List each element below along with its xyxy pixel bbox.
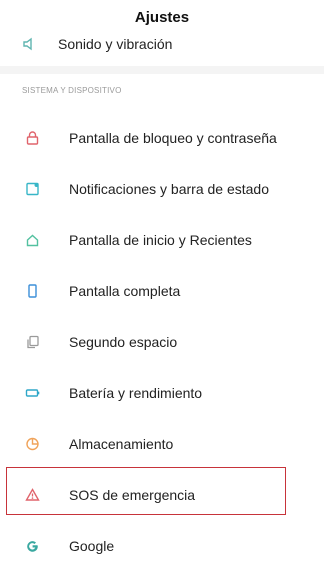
storage-icon bbox=[25, 436, 40, 451]
lock-icon bbox=[25, 130, 40, 145]
settings-item-label: Batería y rendimiento bbox=[69, 384, 203, 401]
settings-item-storage[interactable]: Almacenamiento bbox=[0, 418, 324, 469]
settings-item-label: Pantalla de inicio y Recientes bbox=[69, 231, 252, 248]
settings-item-label: SOS de emergencia bbox=[69, 486, 196, 503]
settings-item-notifications[interactable]: Notificaciones y barra de estado bbox=[0, 163, 324, 214]
battery-icon bbox=[25, 385, 40, 400]
settings-item-label: Google bbox=[69, 537, 115, 554]
settings-item-lock-screen[interactable]: Pantalla de bloqueo y contraseña bbox=[0, 112, 324, 163]
settings-item-label: Almacenamiento bbox=[69, 435, 174, 452]
app-header: Ajustes bbox=[0, 0, 324, 34]
settings-item-home-screen[interactable]: Pantalla de inicio y Recientes bbox=[0, 214, 324, 265]
settings-item-label: Pantalla completa bbox=[69, 282, 181, 299]
section-header: SISTEMA Y DISPOSITIVO bbox=[22, 86, 122, 95]
settings-item-battery[interactable]: Batería y rendimiento bbox=[0, 367, 324, 418]
page-title: Ajustes bbox=[134, 8, 190, 26]
sos-icon bbox=[25, 487, 40, 502]
settings-item-full-screen[interactable]: Pantalla completa bbox=[0, 265, 324, 316]
home-icon bbox=[25, 232, 40, 247]
settings-item-label: Sonido y vibración bbox=[58, 36, 173, 52]
speaker-icon bbox=[22, 37, 36, 51]
settings-item-second-space[interactable]: Segundo espacio bbox=[0, 316, 324, 367]
notification-icon bbox=[25, 181, 40, 196]
google-icon bbox=[25, 538, 40, 553]
section-divider bbox=[0, 66, 324, 74]
second-space-icon bbox=[25, 334, 40, 349]
settings-item-sos[interactable]: SOS de emergencia bbox=[0, 469, 324, 520]
phone-icon bbox=[25, 283, 40, 298]
settings-list: Pantalla de bloqueo y contraseña Notific… bbox=[0, 112, 324, 571]
settings-item-label: Pantalla de bloqueo y contraseña bbox=[69, 129, 277, 146]
settings-item-label: Notificaciones y barra de estado bbox=[69, 180, 269, 197]
settings-item-google[interactable]: Google bbox=[0, 520, 324, 571]
settings-item-label: Segundo espacio bbox=[69, 333, 178, 350]
